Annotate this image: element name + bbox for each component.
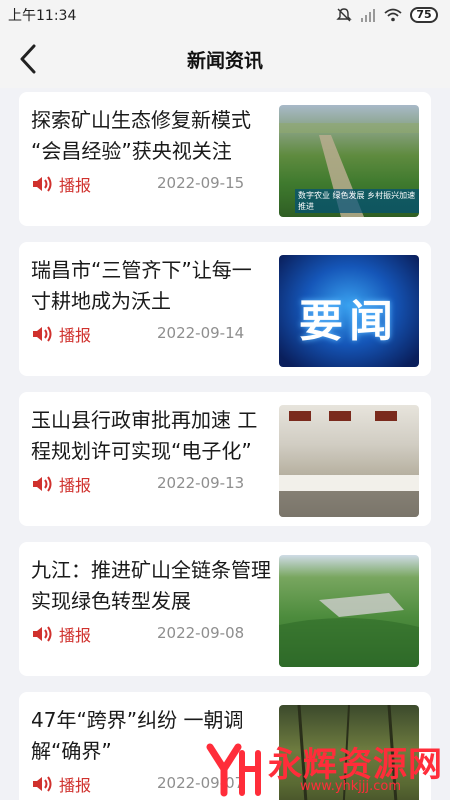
- play-button[interactable]: 播报: [31, 772, 91, 796]
- news-date: 2022-09-13: [157, 474, 245, 492]
- speaker-icon: [33, 326, 52, 342]
- nav-bar: 新闻资讯: [0, 30, 450, 88]
- news-date: 2022-09-15: [157, 174, 245, 192]
- play-button[interactable]: 播报: [31, 322, 91, 346]
- thumbnail-headline: 要闻: [299, 296, 399, 347]
- mine-landscape-image: [279, 593, 419, 667]
- play-button[interactable]: 播报: [31, 622, 91, 646]
- news-card[interactable]: 瑞昌市“三管齐下”让每一寸耕地成为沃土 播报 2022-09-14 要闻: [19, 242, 431, 376]
- news-title[interactable]: 探索矿山生态修复新模式 “会昌经验”获央视关注: [31, 105, 271, 167]
- news-date: 2022-09-14: [157, 324, 245, 342]
- signal-icon: [361, 9, 375, 22]
- mute-icon: [336, 8, 352, 22]
- chevron-left-icon: [20, 44, 36, 74]
- news-thumbnail[interactable]: [279, 555, 419, 667]
- back-button[interactable]: [10, 41, 46, 77]
- news-title[interactable]: 瑞昌市“三管齐下”让每一寸耕地成为沃土: [31, 255, 271, 317]
- play-label: 播报: [59, 626, 92, 645]
- speaker-icon: [33, 176, 52, 192]
- news-title[interactable]: 47年“跨界”纠纷 一朝调解“确界”: [31, 705, 271, 767]
- play-label: 播报: [59, 776, 92, 795]
- speaker-icon: [33, 626, 52, 642]
- thumbnail-caption: 数字农业 绿色发展 乡村振兴加速推进: [295, 189, 419, 213]
- status-icons: 75: [336, 7, 438, 23]
- news-thumbnail[interactable]: 数字农业 绿色发展 乡村振兴加速推进: [279, 105, 419, 217]
- news-card[interactable]: 玉山县行政审批再加速 工程规划许可实现“电子化” 播报 2022-09-13: [19, 392, 431, 526]
- news-card[interactable]: 探索矿山生态修复新模式 “会昌经验”获央视关注 播报 2022-09-15 数字…: [19, 92, 431, 226]
- news-card[interactable]: 九江：推进矿山全链条管理 实现绿色转型发展 播报 2022-09-08: [19, 542, 431, 676]
- news-title[interactable]: 玉山县行政审批再加速 工程规划许可实现“电子化”: [31, 405, 271, 467]
- play-button[interactable]: 播报: [31, 172, 91, 196]
- news-card[interactable]: 47年“跨界”纠纷 一朝调解“确界” 播报 2022-09-07: [19, 692, 431, 800]
- battery-indicator: 75: [410, 7, 438, 23]
- play-label: 播报: [59, 176, 92, 195]
- news-date: 2022-09-08: [157, 624, 245, 642]
- status-bar: 上午11:34 75: [0, 0, 450, 30]
- news-date: 2022-09-07: [157, 774, 245, 792]
- page-title: 新闻资讯: [186, 49, 263, 72]
- play-button[interactable]: 播报: [31, 472, 91, 496]
- forest-image: [297, 705, 398, 800]
- news-thumbnail[interactable]: [279, 705, 419, 800]
- news-title[interactable]: 九江：推进矿山全链条管理 实现绿色转型发展: [31, 555, 271, 617]
- service-hall-image: [279, 411, 419, 517]
- news-thumbnail[interactable]: [279, 405, 419, 517]
- wifi-icon: [384, 8, 402, 22]
- play-label: 播报: [59, 326, 92, 345]
- speaker-icon: [33, 776, 52, 792]
- status-time: 上午11:34: [8, 8, 77, 24]
- play-label: 播报: [59, 476, 92, 495]
- news-thumbnail[interactable]: 要闻: [279, 255, 419, 367]
- speaker-icon: [33, 476, 52, 492]
